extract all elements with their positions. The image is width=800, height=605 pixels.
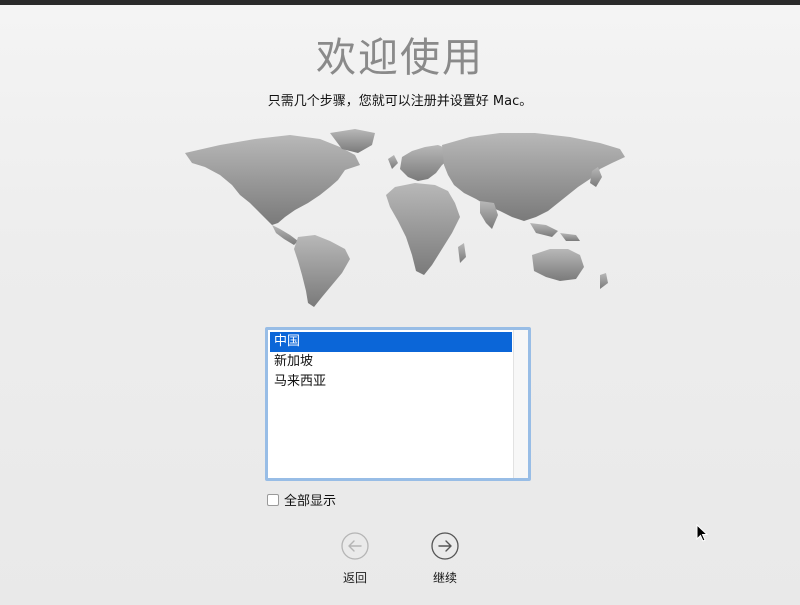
arrow-right-circle-icon: [431, 532, 459, 560]
list-item-china[interactable]: 中国: [270, 332, 512, 352]
mouse-cursor-icon: [696, 524, 708, 542]
show-all-checkbox[interactable]: [267, 493, 279, 506]
back-label: 返回: [342, 571, 367, 585]
page-subtitle: 只需几个步骤，您就可以注册并设置好 Mac。: [267, 94, 533, 109]
arrow-left-circle-icon: [341, 532, 369, 560]
continue-label: 继续: [432, 571, 457, 585]
setup-assistant-window: 欢迎使用 只需几个步骤，您就可以注册并设置好 Mac。 中国 新加坡 马来西亚 …: [0, 5, 800, 605]
show-all-option[interactable]: 全部显示: [267, 490, 336, 509]
continue-button[interactable]: 继续: [415, 532, 475, 586]
world-map-image: [185, 129, 625, 307]
list-item-malaysia[interactable]: 马来西亚: [270, 372, 512, 392]
list-item-singapore[interactable]: 新加坡: [270, 352, 512, 372]
show-all-label: 全部显示: [284, 494, 337, 509]
country-list[interactable]: 中国 新加坡 马来西亚: [265, 327, 531, 481]
list-scrollbar[interactable]: [513, 330, 528, 478]
back-button[interactable]: 返回: [325, 532, 385, 586]
page-title: 欢迎使用: [316, 35, 484, 81]
